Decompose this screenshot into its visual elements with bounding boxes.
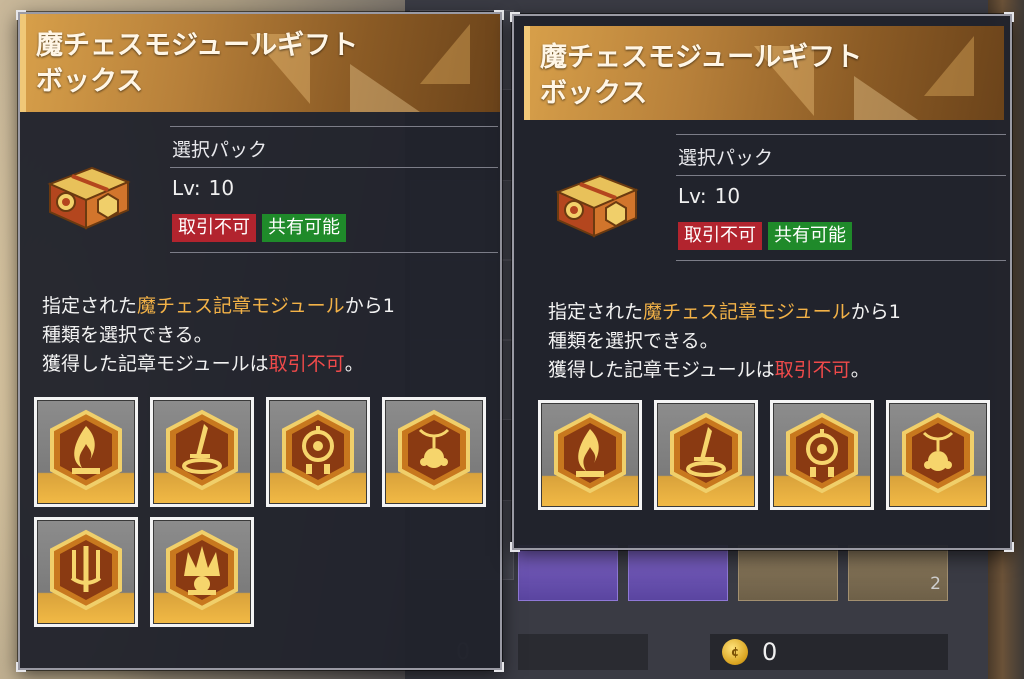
item-tooltip: 魔チェスモジュールギフト ボックス 選択パック Lv: 10 取引不可 共有可能 … xyxy=(510,12,1014,552)
item-tooltip: 魔チェスモジュールギフト ボックス 選択パック Lv: 10 取引不可 共有可能 … xyxy=(16,10,504,672)
description-line-1: 指定された魔チェス記章モジュールから1 xyxy=(42,292,480,321)
desc-text: 指定された xyxy=(548,301,644,323)
coin-icon: ¢ xyxy=(722,639,748,665)
gift-box-icon xyxy=(550,162,642,242)
desc-text: 獲得した記章モジュールは xyxy=(42,353,269,375)
level-value: 10 xyxy=(208,176,235,200)
frame-corner xyxy=(1004,12,1014,22)
frame-corner xyxy=(1004,542,1014,552)
module-slot-4[interactable] xyxy=(382,397,486,507)
description-line-3: 獲得した記章モジュールは取引不可。 xyxy=(42,350,480,379)
desc-text: 獲得した記章モジュールは xyxy=(548,359,775,381)
desc-text: 。 xyxy=(850,359,870,381)
module-wheel-icon[interactable] xyxy=(269,400,367,504)
module-flame-icon[interactable] xyxy=(37,400,135,504)
coin-display: ¢ 0 xyxy=(710,634,948,670)
untradable-badge: 取引不可 xyxy=(678,222,762,250)
desc-text: から1 xyxy=(850,301,901,323)
inventory-slot-gold[interactable] xyxy=(738,545,838,601)
module-sword-icon[interactable] xyxy=(153,400,251,504)
module-slot-3[interactable] xyxy=(266,397,370,507)
level-value: 10 xyxy=(714,184,741,208)
module-sword-icon[interactable] xyxy=(657,403,755,507)
item-type: 選択パック xyxy=(678,147,774,169)
module-sun-icon[interactable] xyxy=(889,403,987,507)
module-flame-icon[interactable] xyxy=(541,403,639,507)
item-title: 魔チェスモジュールギフト ボックス xyxy=(36,30,359,97)
item-level: Lv: 10 xyxy=(170,168,498,208)
tooltip-header: 魔チェスモジュールギフト ボックス xyxy=(20,14,500,112)
desc-highlight-gold: 魔チェス記章モジュール xyxy=(137,295,345,317)
description-line-2: 種類を選択できる。 xyxy=(548,330,719,352)
desc-highlight-gold: 魔チェス記章モジュール xyxy=(643,301,851,323)
divider xyxy=(676,260,1006,261)
shareable-badge: 共有可能 xyxy=(768,222,852,250)
untradable-badge: 取引不可 xyxy=(172,214,256,242)
shareable-badge: 共有可能 xyxy=(262,214,346,242)
module-sun-icon[interactable] xyxy=(385,400,483,504)
module-slot-1[interactable] xyxy=(34,397,138,507)
item-info: 選択パック Lv: 10 取引不可 共有可能 xyxy=(676,134,1006,261)
inventory-slot-purple[interactable] xyxy=(518,545,618,601)
module-slot-5[interactable] xyxy=(34,517,138,627)
inventory-slot-gold[interactable]: 2 xyxy=(848,545,948,601)
level-label: Lv: xyxy=(678,184,707,208)
description-line-1: 指定された魔チェス記章モジュールから1 xyxy=(548,298,990,327)
tooltip-header: 魔チェスモジュールギフト ボックス xyxy=(524,26,1004,120)
item-type: 選択パック xyxy=(172,139,268,161)
level-label: Lv: xyxy=(172,176,201,200)
module-crown-icon[interactable] xyxy=(153,520,251,624)
slot-count: 2 xyxy=(930,574,941,594)
module-slot-2[interactable] xyxy=(654,400,758,510)
currency-bar xyxy=(518,634,648,670)
item-title: 魔チェスモジュールギフト ボックス xyxy=(540,42,863,109)
description-line-2: 種類を選択できる。 xyxy=(42,324,213,346)
desc-text: 。 xyxy=(344,353,364,375)
gift-box-icon xyxy=(42,154,134,234)
desc-text: から1 xyxy=(344,295,395,317)
frame-corner xyxy=(16,662,26,672)
frame-corner xyxy=(494,662,504,672)
divider xyxy=(170,252,498,253)
module-grid xyxy=(34,397,488,627)
module-slot-1[interactable] xyxy=(538,400,642,510)
inventory-slot-purple[interactable] xyxy=(628,545,728,601)
item-info: 選択パック Lv: 10 取引不可 共有可能 xyxy=(170,126,498,253)
item-level: Lv: 10 xyxy=(676,176,1006,216)
module-slot-2[interactable] xyxy=(150,397,254,507)
frame-corner xyxy=(510,12,520,22)
item-description: 指定された魔チェス記章モジュールから1 種類を選択できる。 獲得した記章モジュー… xyxy=(42,292,480,379)
module-wheel-icon[interactable] xyxy=(773,403,871,507)
module-slot-4[interactable] xyxy=(886,400,990,510)
item-badges: 取引不可 共有可能 xyxy=(170,208,498,252)
coin-value: 0 xyxy=(762,638,778,666)
desc-highlight-red: 取引不可 xyxy=(774,359,851,381)
item-badges: 取引不可 共有可能 xyxy=(676,216,1006,260)
desc-text: 指定された xyxy=(42,295,138,317)
item-description: 指定された魔チェス記章モジュールから1 種類を選択できる。 獲得した記章モジュー… xyxy=(548,298,990,385)
module-slot-6[interactable] xyxy=(150,517,254,627)
module-trident-icon[interactable] xyxy=(37,520,135,624)
module-grid xyxy=(538,400,992,510)
module-slot-3[interactable] xyxy=(770,400,874,510)
desc-highlight-red: 取引不可 xyxy=(268,353,345,375)
frame-corner xyxy=(510,542,520,552)
description-line-3: 獲得した記章モジュールは取引不可。 xyxy=(548,356,990,385)
